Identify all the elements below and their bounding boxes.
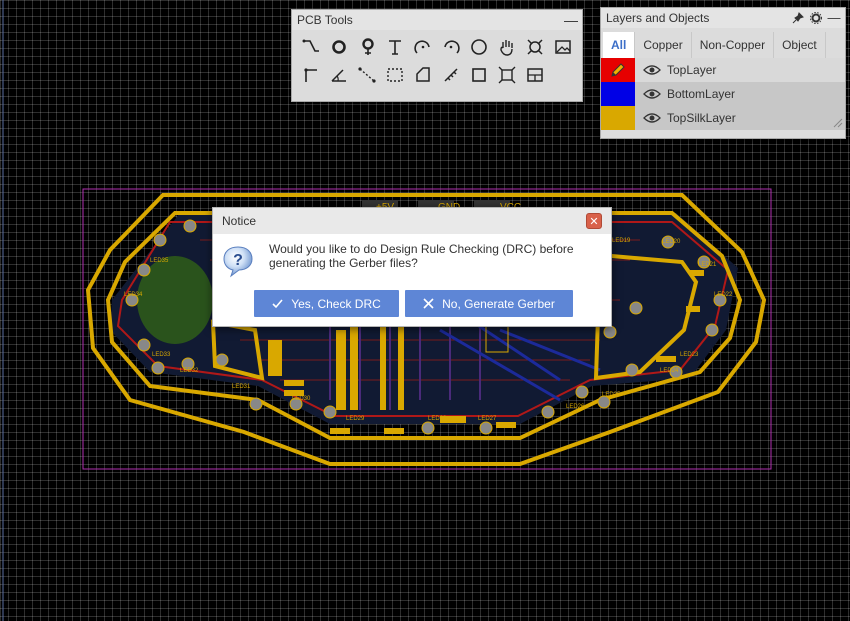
circle-icon[interactable] — [465, 33, 493, 61]
rectangle-icon[interactable] — [465, 61, 493, 89]
check-icon — [272, 299, 283, 309]
label-led19: LED19 — [612, 238, 631, 244]
notice-message: Would you like to do Design Rule Checkin… — [269, 242, 574, 270]
notice-title: Notice — [222, 214, 257, 228]
yes-button-label: Yes, Check DRC — [291, 296, 381, 311]
hand-pan-icon[interactable] — [493, 33, 521, 61]
gear-icon[interactable] — [809, 11, 823, 25]
label-led29: LED29 — [346, 416, 365, 422]
tab-all[interactable]: All — [603, 32, 636, 58]
text-icon[interactable] — [381, 33, 409, 61]
image-icon[interactable] — [549, 33, 577, 61]
dimension-icon[interactable] — [353, 61, 381, 89]
label-led25: LED25 — [602, 392, 621, 398]
label-led32: LED32 — [180, 368, 199, 374]
measure-icon[interactable] — [437, 61, 465, 89]
layer-row-toplayer[interactable]: TopLayer — [601, 58, 845, 82]
label-led23: LED23 — [680, 352, 699, 358]
pencil-icon — [611, 63, 625, 77]
layers-panel[interactable]: Layers and Objects — All Copper Non-Copp… — [600, 7, 846, 139]
arc-icon[interactable] — [409, 33, 437, 61]
layer-row-topsilklayer[interactable]: TopSilkLayer — [601, 106, 845, 130]
copper-area-icon[interactable] — [493, 61, 521, 89]
label-led22: LED22 — [714, 292, 733, 298]
layers-minimize-button[interactable]: — — [827, 10, 841, 25]
label-led30: LED30 — [292, 396, 311, 402]
yes-check-drc-button[interactable]: Yes, Check DRC — [254, 290, 399, 317]
close-button[interactable]: ✕ — [586, 213, 602, 229]
pcb-tools-title-bar[interactable]: PCB Tools — — [292, 10, 582, 30]
label-led20: LED20 — [662, 239, 681, 245]
label-led24: LED24 — [660, 368, 679, 374]
layer-name-bottomlayer: BottomLayer — [667, 87, 736, 101]
pcb-tools-grid — [292, 30, 582, 89]
layers-title-bar[interactable]: Layers and Objects — — [601, 8, 845, 28]
notice-title-bar[interactable]: Notice ✕ — [213, 208, 611, 234]
eye-icon[interactable] — [643, 64, 661, 76]
no-generate-gerber-button[interactable]: No, Generate Gerber — [405, 290, 573, 317]
layer-name-topsilklayer: TopSilkLayer — [667, 111, 736, 125]
rect-select-icon[interactable] — [381, 61, 409, 89]
no-button-label: No, Generate Gerber — [442, 296, 555, 311]
layer-color-toplayer[interactable] — [601, 58, 635, 82]
eye-icon[interactable] — [643, 112, 661, 124]
question-icon: ? — [223, 246, 253, 278]
layer-color-bottomlayer[interactable] — [601, 82, 635, 106]
tab-object[interactable]: Object — [774, 32, 826, 58]
tab-copper[interactable]: Copper — [635, 32, 692, 58]
layer-name-toplayer: TopLayer — [667, 63, 717, 77]
label-led27: LED27 — [478, 416, 497, 422]
hole-icon[interactable] — [521, 33, 549, 61]
close-icon — [423, 298, 434, 309]
layers-tabs: All Copper Non-Copper Object — [601, 28, 845, 58]
layout-icon[interactable] — [521, 61, 549, 89]
label-led21: LED21 — [698, 262, 717, 268]
resize-grip-icon[interactable] — [831, 116, 843, 128]
via-icon[interactable] — [353, 33, 381, 61]
label-led33: LED33 — [152, 352, 171, 358]
layer-row-bottomlayer[interactable]: BottomLayer — [601, 82, 845, 106]
label-led34: LED34 — [124, 292, 143, 298]
layers-title: Layers and Objects — [606, 11, 710, 25]
pad-icon[interactable] — [325, 33, 353, 61]
pcb-tools-minimize-button[interactable]: — — [564, 10, 578, 30]
angle-dimension-icon[interactable] — [325, 61, 353, 89]
label-led35: LED35 — [150, 258, 169, 264]
label-led31: LED31 — [232, 384, 251, 390]
notice-dialog[interactable]: Notice ✕ ? Would you like to do Design R… — [212, 207, 612, 327]
connect-pad-icon[interactable] — [297, 61, 325, 89]
svg-text:?: ? — [233, 252, 243, 269]
eye-icon[interactable] — [643, 88, 661, 100]
pin-icon[interactable] — [791, 11, 805, 25]
pcb-tools-title: PCB Tools — [297, 13, 353, 27]
label-led28: LED28 — [428, 416, 447, 422]
track-icon[interactable] — [297, 33, 325, 61]
pcb-tools-panel[interactable]: PCB Tools — — [291, 9, 583, 102]
layer-color-topsilklayer[interactable] — [601, 106, 635, 130]
label-led26: LED26 — [566, 404, 585, 410]
solid-region-icon[interactable] — [409, 61, 437, 89]
tab-non-copper[interactable]: Non-Copper — [692, 32, 775, 58]
arc-center-icon[interactable] — [437, 33, 465, 61]
